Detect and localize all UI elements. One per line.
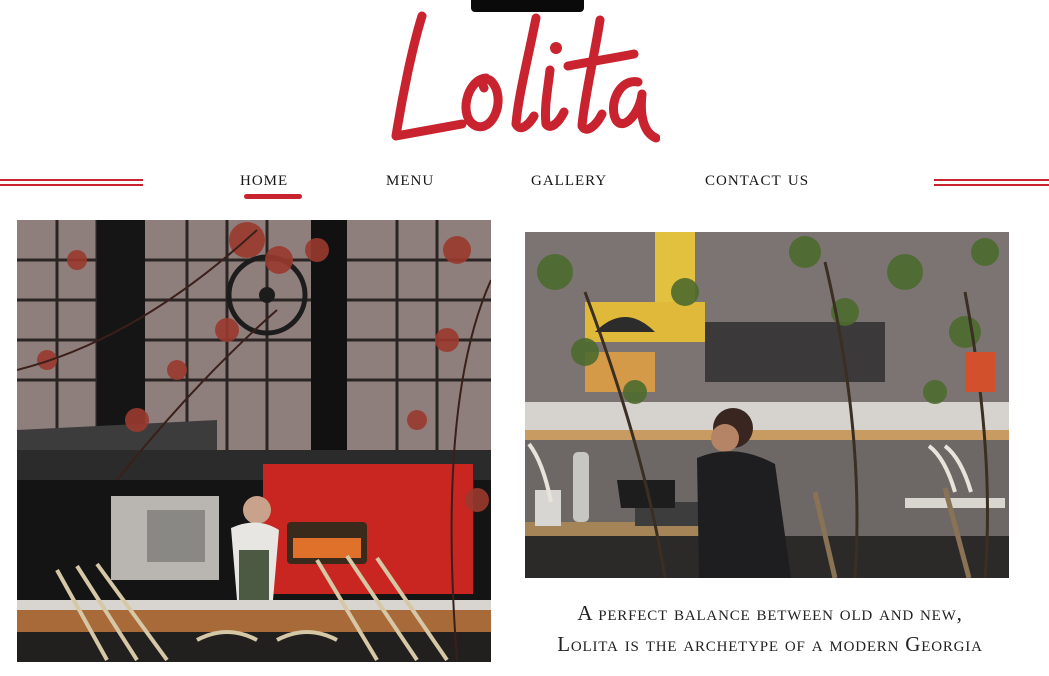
page: HOME MENU GALLERY CONTACT US — [0, 0, 1049, 676]
nav-home-link[interactable]: HOME — [240, 166, 288, 191]
nav-gallery-link[interactable]: GALLERY — [531, 166, 607, 191]
nav-home-label: HOME — [240, 166, 289, 190]
nav-gallery-label: GALLERY — [531, 166, 608, 190]
patio-photo — [525, 232, 1009, 578]
lolita-logo[interactable] — [388, 8, 660, 148]
tagline-line-1: A perfect balance between old and new, — [577, 601, 963, 625]
decorative-rule-right — [934, 179, 1049, 186]
kitchen-photo — [17, 220, 491, 662]
nav-menu-link[interactable]: MENU — [386, 166, 434, 191]
nav-menu-label: MENU — [386, 166, 435, 190]
nav-contact-link[interactable]: CONTACT US — [705, 166, 809, 191]
tagline-line-2: Lolita is the archetype of a modern Geor… — [557, 632, 983, 656]
nav-contact-label: CONTACT US — [705, 166, 810, 190]
decorative-rule-left — [0, 179, 143, 186]
tagline: A perfect balance between old and new, L… — [520, 598, 1020, 660]
nav-active-indicator — [244, 194, 302, 199]
